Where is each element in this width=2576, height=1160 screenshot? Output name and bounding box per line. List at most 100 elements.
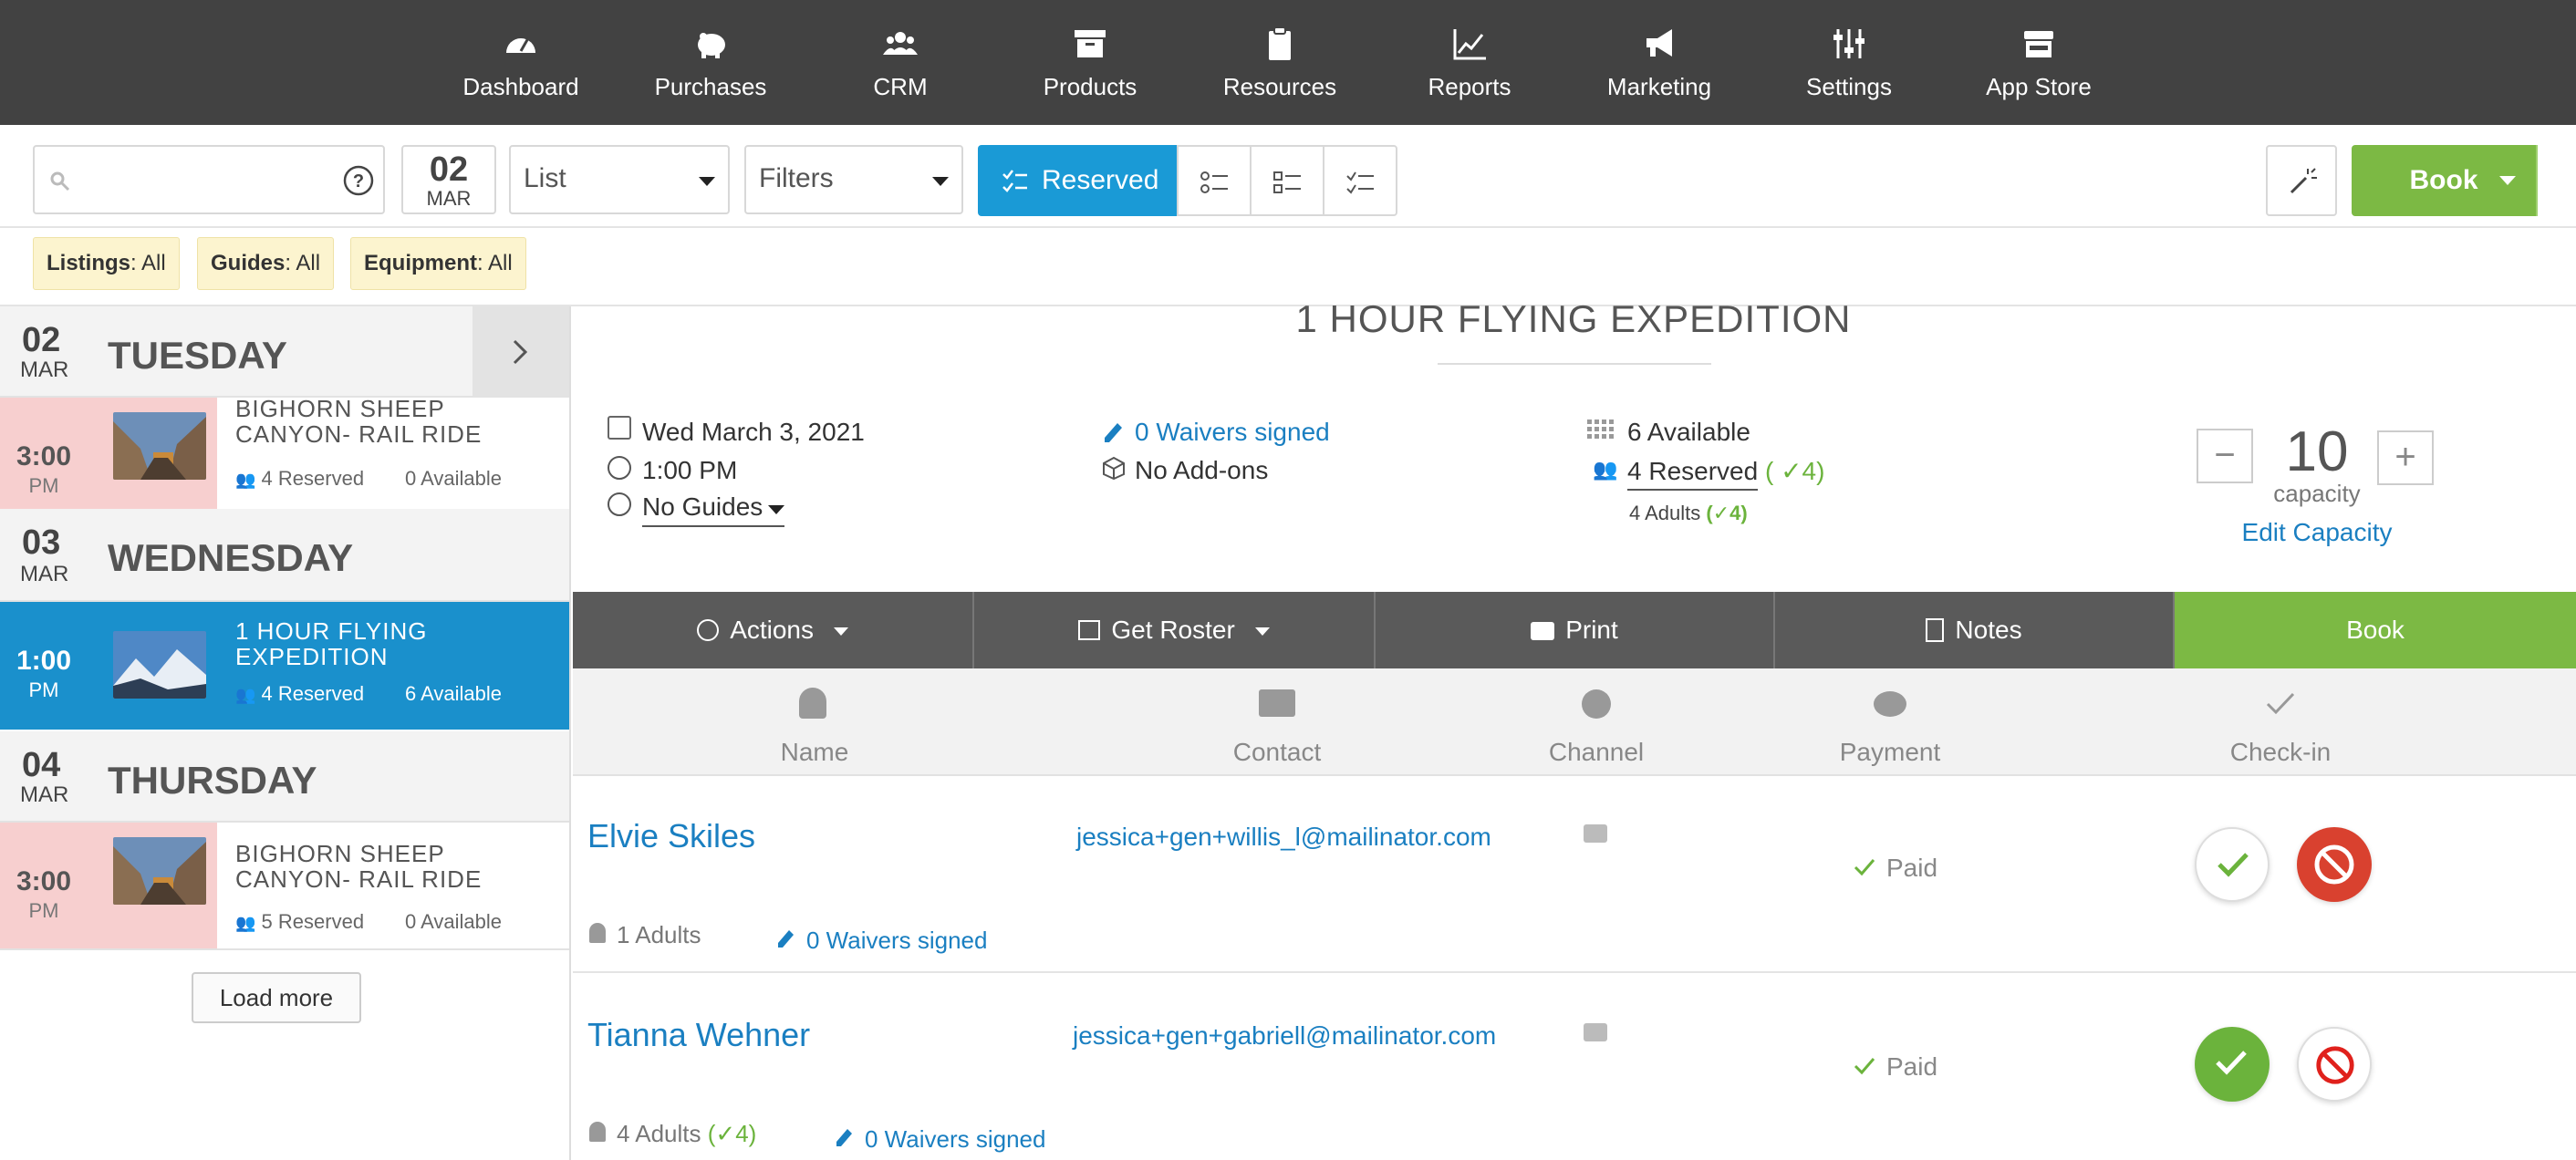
column-channel[interactable]: Channel xyxy=(1505,738,1688,767)
book-divider xyxy=(2536,145,2538,216)
event-time-detail: 1:00 PM xyxy=(642,456,738,484)
event-row-selected[interactable]: 1:00 PM 1 HOUR FLYING EXPEDITION 👥 4 Res… xyxy=(0,602,569,730)
equipment-filter-chip[interactable]: Equipment: All xyxy=(350,237,526,290)
customer-name-link[interactable]: Elvie Skiles xyxy=(587,817,755,855)
pencil-icon xyxy=(836,1129,852,1146)
reserved-label: Reserved xyxy=(1042,165,1159,195)
event-available: 0 Available xyxy=(405,910,503,933)
reserved-filter-button[interactable]: Reserved xyxy=(978,145,1179,216)
reserved-count[interactable]: 4 Reserved ( ✓4) xyxy=(1627,456,1824,491)
search-box[interactable]: ? xyxy=(33,145,385,214)
customer-email-link[interactable]: jessica+gen+gabriell@mailinator.com xyxy=(1073,1021,1496,1051)
person-icon xyxy=(589,1122,606,1142)
get-roster-button[interactable]: Get Roster xyxy=(974,592,1376,668)
column-payment[interactable]: Payment xyxy=(1799,738,1981,767)
nav-settings[interactable]: Settings xyxy=(1762,0,1936,125)
next-day-button[interactable] xyxy=(473,306,569,396)
nav-app-store[interactable]: App Store xyxy=(1952,0,2125,125)
event-time-ampm: PM xyxy=(28,899,59,922)
magic-wand-button[interactable] xyxy=(2266,145,2337,216)
reserved-value: 4 Reserved xyxy=(1627,457,1759,491)
view-select[interactable]: List xyxy=(509,145,730,214)
day-month: MAR xyxy=(20,357,69,382)
event-row[interactable]: 3:00 PM BIGHORN SHEEP CANYON- RAIL RIDE … xyxy=(0,396,569,525)
actions-button[interactable]: Actions xyxy=(573,592,974,668)
check-icon xyxy=(2266,692,2295,715)
listings-filter-chip[interactable]: Listings: All xyxy=(33,237,180,290)
ban-icon xyxy=(2316,1046,2354,1084)
column-contact[interactable]: Contact xyxy=(1186,738,1368,767)
nav-label: Purchases xyxy=(654,73,767,100)
search-input[interactable] xyxy=(84,161,321,198)
column-name[interactable]: Name xyxy=(723,738,906,767)
capacity-decrease-button[interactable]: − xyxy=(2197,429,2253,483)
no-show-button[interactable] xyxy=(2297,1027,2372,1102)
booking-adults-checked: (✓4) xyxy=(707,1120,757,1147)
event-time-ampm: PM xyxy=(28,474,59,497)
edit-capacity-link[interactable]: Edit Capacity xyxy=(2226,518,2408,547)
help-icon[interactable]: ? xyxy=(343,165,374,196)
checkin-button-active[interactable] xyxy=(2195,1027,2270,1102)
document-icon xyxy=(1926,618,1945,642)
notes-button[interactable]: Notes xyxy=(1775,592,2175,668)
load-more-button[interactable]: Load more xyxy=(192,972,361,1023)
nav-label: CRM xyxy=(873,73,928,100)
pencil-icon xyxy=(1105,423,1122,442)
book-dropdown-toggle[interactable] xyxy=(2485,145,2536,216)
event-thumbnail xyxy=(113,412,206,480)
booking-waivers-link[interactable]: 0 Waivers signed xyxy=(806,927,987,955)
event-date: Wed March 3, 2021 xyxy=(642,418,865,446)
calendar-icon xyxy=(608,416,631,440)
no-show-button[interactable] xyxy=(2297,827,2372,902)
date-picker[interactable]: 02 MAR xyxy=(401,145,496,214)
capacity-label: capacity xyxy=(2273,480,2361,507)
nav-crm[interactable]: CRM xyxy=(814,0,987,125)
nav-products[interactable]: Products xyxy=(1003,0,1177,125)
store-icon xyxy=(2024,31,2053,57)
column-checkin[interactable]: Check-in xyxy=(2189,738,2372,767)
booking-waivers-link[interactable]: 0 Waivers signed xyxy=(865,1125,1045,1154)
event-reserved: 👥 4 Reserved xyxy=(235,467,364,491)
list-view-button-2[interactable] xyxy=(1250,145,1324,216)
event-row[interactable]: 3:00 PM BIGHORN SHEEP CANYON- RAIL RIDE … xyxy=(0,823,569,950)
customer-email-link[interactable]: jessica+gen+willis_l@mailinator.com xyxy=(1076,823,1491,852)
day-name: TUESDAY xyxy=(108,334,287,377)
dashboard-icon xyxy=(697,619,720,641)
nav-purchases[interactable]: Purchases xyxy=(624,0,797,125)
event-time-value: 3:00 xyxy=(16,441,72,471)
guides-dropdown[interactable]: No Guides xyxy=(642,492,784,527)
check-icon xyxy=(2218,853,2249,877)
guides-filter-chip[interactable]: Guides: All xyxy=(197,237,335,290)
users-icon: 👥 xyxy=(235,914,256,932)
print-button[interactable]: Print xyxy=(1376,592,1775,668)
nav-marketing[interactable]: Marketing xyxy=(1573,0,1746,125)
piggy-bank-icon xyxy=(1874,691,1906,717)
list-view-button-3[interactable] xyxy=(1323,145,1397,216)
waivers-link[interactable]: 0 Waivers signed xyxy=(1135,418,1330,447)
checkin-button[interactable] xyxy=(2195,827,2270,902)
nav-resources[interactable]: Resources xyxy=(1193,0,1366,125)
customer-name-link[interactable]: Tianna Wehner xyxy=(587,1016,810,1054)
event-title: BIGHORN SHEEP CANYON- RAIL RIDE xyxy=(235,396,545,447)
event-time: 1:00 PM xyxy=(0,602,88,728)
date-month: MAR xyxy=(426,187,472,210)
adults-value: 4 Adults xyxy=(1629,502,1701,524)
list-view-button-1[interactable] xyxy=(1177,145,1252,216)
chip-value: : All xyxy=(130,251,166,275)
roster-label: Get Roster xyxy=(1111,616,1235,644)
nav-dashboard[interactable]: Dashboard xyxy=(434,0,608,125)
book-action-button[interactable]: Book xyxy=(2175,592,2576,668)
toolbar: ? 02 MAR List Filters Reserved Book xyxy=(0,125,2576,228)
event-available: 0 Available xyxy=(405,467,503,490)
capacity-increase-button[interactable]: + xyxy=(2377,430,2434,485)
filters-select[interactable]: Filters xyxy=(744,145,963,214)
chevron-down-icon xyxy=(768,505,784,514)
id-card-icon xyxy=(1259,689,1295,717)
nav-label: Resources xyxy=(1222,73,1337,100)
addons-text: No Add-ons xyxy=(1135,456,1269,484)
schedule-sidebar: 02 MAR TUESDAY 3:00 PM BIGHORN SHEEP CAN… xyxy=(0,306,571,1160)
adults-breakdown: 4 Adults (✓4) xyxy=(1629,502,1748,525)
nav-reports[interactable]: Reports xyxy=(1383,0,1556,125)
clock-icon xyxy=(608,456,631,480)
event-reserved: 👥 4 Reserved xyxy=(235,682,364,706)
